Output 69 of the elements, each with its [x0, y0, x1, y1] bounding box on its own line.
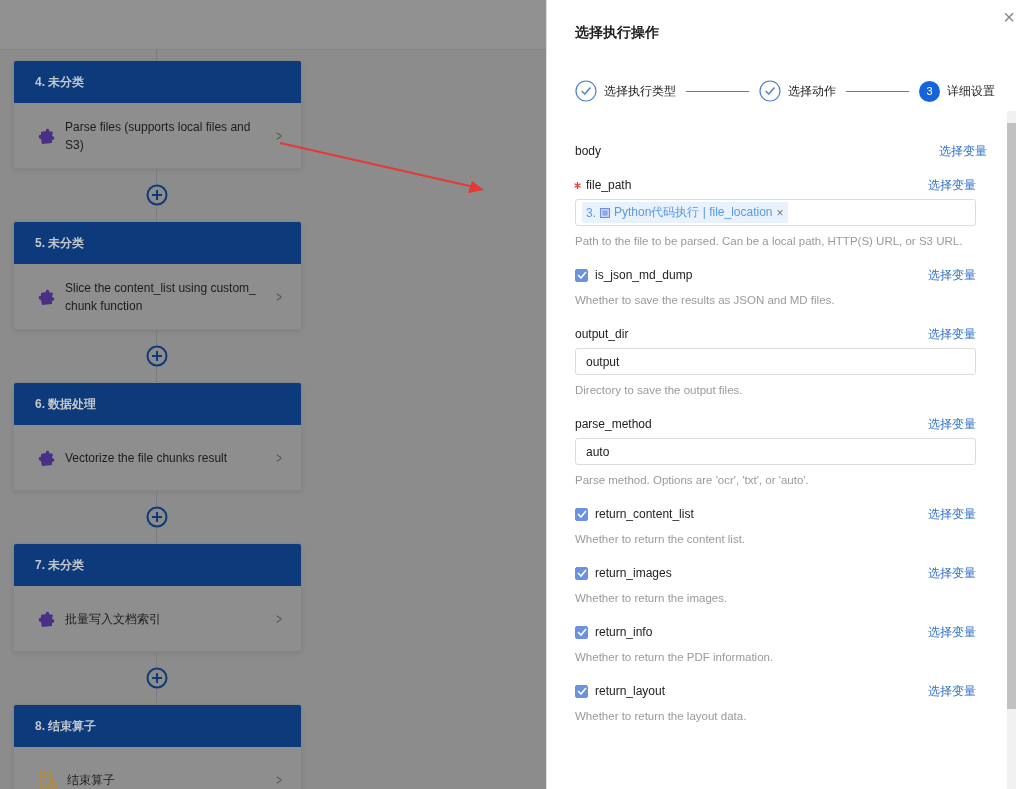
select-variable-link[interactable]: 选择变量	[939, 142, 987, 160]
close-button[interactable]: ×	[1001, 6, 1017, 28]
text-input[interactable]: output	[575, 348, 976, 375]
select-variable-link[interactable]: 选择变量	[928, 415, 976, 433]
field-label: return_images	[595, 566, 672, 580]
node-card[interactable]: 7. 未分类 批量写入文档索引 >	[13, 543, 302, 652]
select-variable-link[interactable]: 选择变量	[928, 325, 976, 343]
field-description: Whether to return the PDF information.	[575, 651, 775, 663]
field-label: return_info	[595, 625, 653, 639]
step-number: 3	[919, 80, 940, 102]
node-label: 结束算子	[67, 771, 116, 789]
puzzle-icon	[38, 287, 56, 306]
add-icon[interactable]	[146, 667, 168, 689]
drawer-title: 选择执行操作	[575, 24, 659, 42]
field-description: Path to the file to be parsed. Can be a local path, HTTP(S) URL, or S3 URL.	[575, 235, 964, 247]
field-description: Directory to save the output files.	[575, 384, 744, 396]
field-description: Whether to return the content list.	[575, 533, 747, 545]
checkbox[interactable]	[575, 268, 588, 282]
field-label: return_layout	[595, 684, 666, 698]
text-input[interactable]: auto	[575, 438, 976, 465]
node-card[interactable]: 5. 未分类 Slice the content_list using custom_ chunk function >	[13, 221, 302, 330]
puzzle-icon	[38, 448, 56, 467]
field-label: body	[575, 144, 602, 158]
node-card[interactable]: 6. 数据处理 Vectorize the file chunks result >	[13, 382, 302, 491]
scrollbar[interactable]	[1007, 111, 1016, 789]
field-description: Parse method. Options are 'ocr', 'txt', or 'auto'.	[575, 474, 810, 486]
node-header: 5. 未分类	[14, 222, 301, 264]
field-label: file_path	[586, 178, 632, 192]
step-label: 详细设置	[947, 82, 995, 100]
field-label: is_json_md_dump	[595, 268, 693, 282]
node-header: 8. 结束算子	[14, 705, 301, 747]
select-variable-link[interactable]: 选择变量	[928, 176, 976, 194]
node-label: Parse files (supports local files and S3)	[65, 118, 252, 154]
checkbox[interactable]	[575, 507, 588, 521]
image-icon	[600, 207, 610, 218]
node-label: Slice the content_list using custom_ chunk function	[65, 279, 257, 315]
node-card[interactable]: 4. 未分类 Parse files (supports local files and S3) >	[13, 60, 302, 169]
remove-tag-button[interactable]: ×	[776, 205, 784, 220]
node-header: 6. 数据处理	[14, 383, 301, 425]
node-header: 7. 未分类	[14, 544, 301, 586]
select-variable-link[interactable]: 选择变量	[928, 266, 976, 284]
select-variable-link[interactable]: 选择变量	[928, 623, 976, 641]
field-description: Whether to save the results as JSON and MD files.	[575, 294, 836, 306]
field-label: output_dir	[575, 327, 629, 341]
node-label: 批量写入文档索引	[65, 610, 162, 628]
tag-index: 3.	[586, 205, 596, 220]
select-variable-link[interactable]: 选择变量	[928, 505, 976, 523]
select-variable-link[interactable]: 选择变量	[928, 564, 976, 582]
checkbox[interactable]	[575, 625, 588, 639]
node-header: 4. 未分类	[14, 61, 301, 103]
field-label: parse_method	[575, 417, 652, 431]
field-label: return_content_list	[595, 507, 694, 521]
add-icon[interactable]	[146, 506, 168, 528]
add-icon[interactable]	[146, 345, 168, 367]
node-card[interactable]: 8. 结束算子 结束算子 >	[13, 704, 302, 789]
checkbox[interactable]	[575, 684, 588, 698]
step-label: 选择执行类型	[604, 82, 676, 100]
puzzle-icon	[38, 609, 56, 628]
node-label: Vectorize the file chunks result	[65, 449, 229, 467]
puzzle-icon	[38, 126, 56, 145]
field-description: Whether to return the images.	[575, 592, 729, 604]
tag-text: Python代码执行 | file_location	[614, 204, 773, 221]
input-field[interactable]: 3. Python代码执行 | file_location ×	[575, 199, 976, 226]
warning-document-icon	[38, 769, 58, 789]
field-description: Whether to return the layout data.	[575, 710, 748, 722]
select-variable-link[interactable]: 选择变量	[928, 682, 976, 700]
step-label: 选择动作	[788, 82, 836, 100]
add-icon[interactable]	[146, 184, 168, 206]
checkbox[interactable]	[575, 566, 588, 580]
